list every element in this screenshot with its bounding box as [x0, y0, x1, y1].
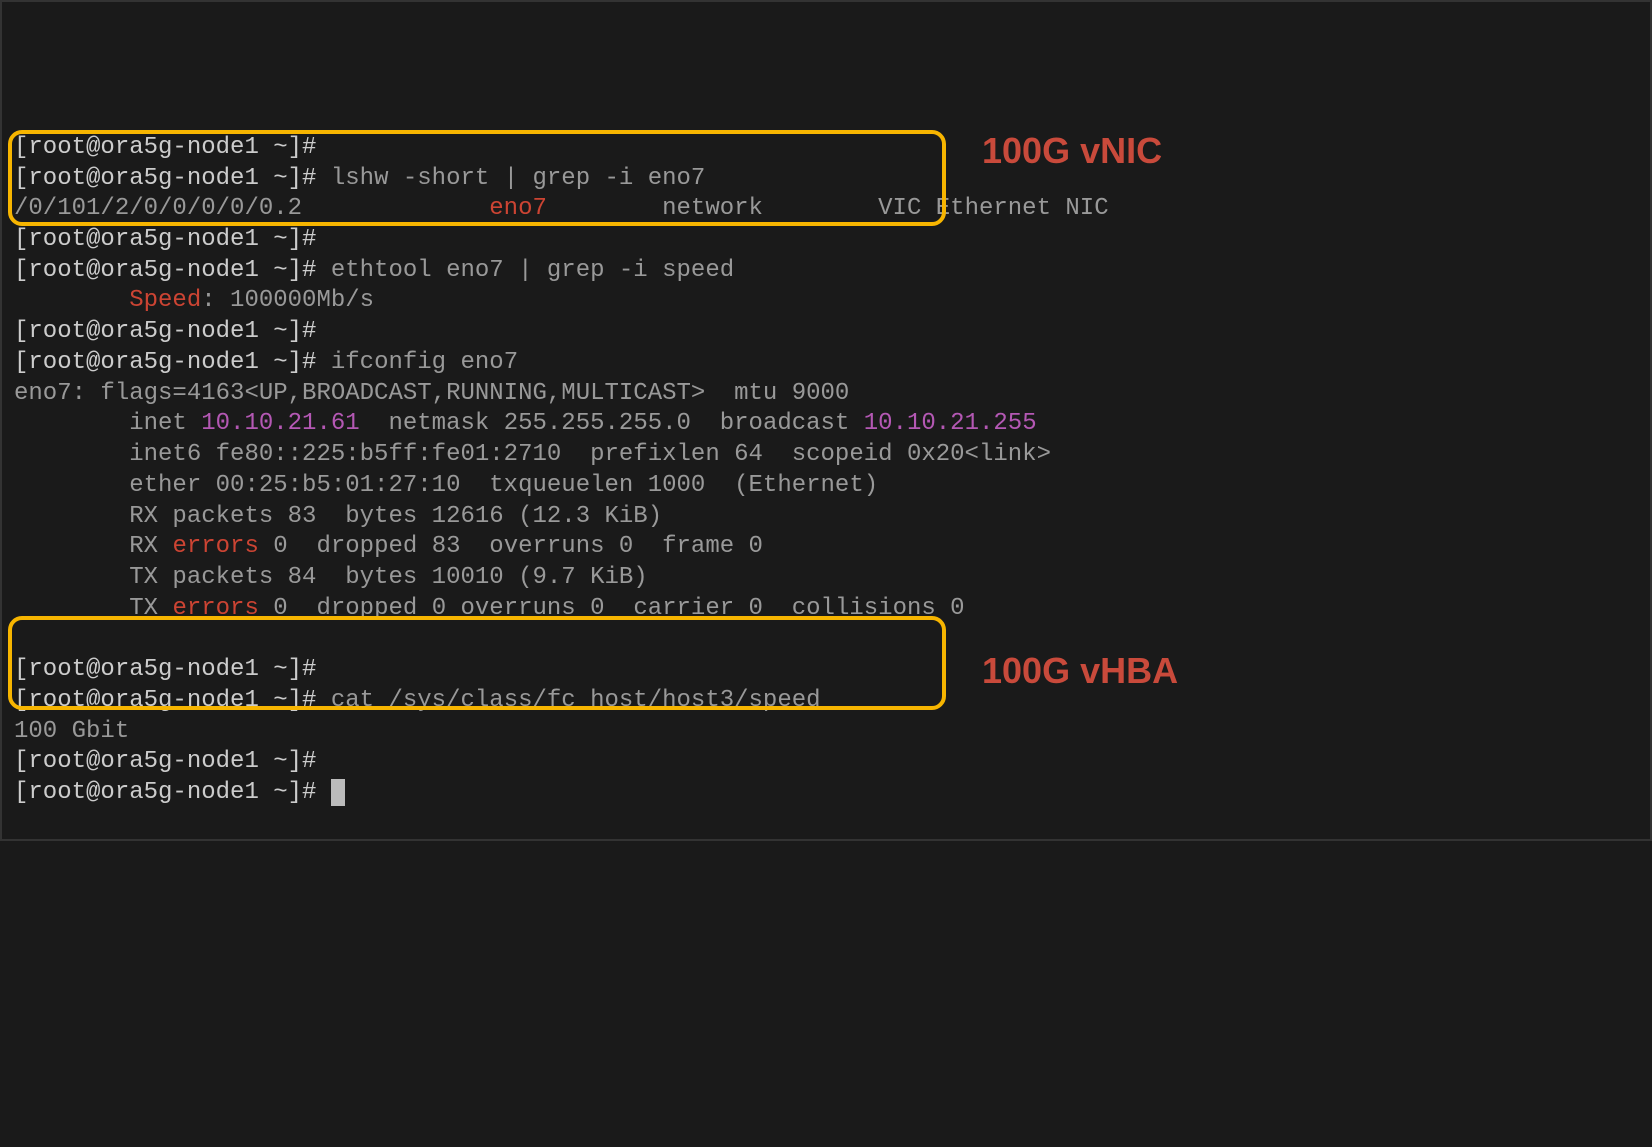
- prompt: [root@ora5g-node1 ~]#: [14, 748, 316, 775]
- prompt: [root@ora5g-node1 ~]#: [14, 318, 316, 345]
- cat-output: 100 Gbit: [14, 718, 129, 745]
- prompt: [root@ora5g-node1 ~]#: [14, 226, 316, 253]
- lshw-desc: VIC Ethernet NIC: [878, 195, 1108, 222]
- annotation-vnic: 100G vNIC: [982, 128, 1162, 174]
- prompt: [root@ora5g-node1 ~]#: [14, 656, 316, 683]
- ifconfig-inet-ip: 10.10.21.61: [201, 410, 359, 437]
- ifconfig-rxerr-suffix: 0 dropped 83 overruns 0 frame 0: [259, 533, 763, 560]
- ifconfig-header: eno7: flags=4163<UP,BROADCAST,RUNNING,MU…: [14, 380, 849, 407]
- speed-value: : 100000Mb/s: [201, 287, 374, 314]
- prompt: [root@ora5g-node1 ~]#: [14, 257, 316, 284]
- ifconfig-inet-mid: netmask 255.255.255.0 broadcast: [360, 410, 864, 437]
- annotation-vhba: 100G vHBA: [982, 648, 1178, 694]
- ifconfig-rx-packets: RX packets 83 bytes 12616 (12.3 KiB): [14, 503, 662, 530]
- ifconfig-errors-label2: errors: [172, 595, 258, 622]
- ifconfig-inet-bcast: 10.10.21.255: [864, 410, 1037, 437]
- lshw-class: network: [662, 195, 763, 222]
- lshw-device: eno7: [489, 195, 547, 222]
- ifconfig-inet6: inet6 fe80::225:b5ff:fe01:2710 prefixlen…: [14, 441, 1051, 468]
- ifconfig-ether: ether 00:25:b5:01:27:10 txqueuelen 1000 …: [14, 472, 878, 499]
- ifconfig-rxerr-prefix: RX: [14, 533, 172, 560]
- prompt: [root@ora5g-node1 ~]#: [14, 779, 316, 806]
- speed-label: Speed: [129, 287, 201, 314]
- terminal-output: [root@ora5g-node1 ~]# [root@ora5g-node1 …: [14, 133, 1638, 809]
- prompt: [root@ora5g-node1 ~]#: [14, 349, 316, 376]
- lshw-path: /0/101/2/0/0/0/0/0.2: [14, 195, 302, 222]
- ifconfig-errors-label: errors: [172, 533, 258, 560]
- command-lshw: lshw -short | grep -i eno7: [331, 165, 705, 192]
- ifconfig-inet-prefix: inet: [14, 410, 201, 437]
- prompt: [root@ora5g-node1 ~]#: [14, 134, 316, 161]
- ifconfig-txerr-suffix: 0 dropped 0 overruns 0 carrier 0 collisi…: [259, 595, 965, 622]
- cursor-block[interactable]: [331, 779, 345, 806]
- command-cat: cat /sys/class/fc_host/host3/speed: [331, 687, 821, 714]
- command-ifconfig: ifconfig eno7: [331, 349, 518, 376]
- ifconfig-txerr-prefix: TX: [14, 595, 172, 622]
- command-ethtool: ethtool eno7 | grep -i speed: [331, 257, 734, 284]
- prompt: [root@ora5g-node1 ~]#: [14, 687, 316, 714]
- ifconfig-tx-packets: TX packets 84 bytes 10010 (9.7 KiB): [14, 564, 648, 591]
- prompt: [root@ora5g-node1 ~]#: [14, 165, 316, 192]
